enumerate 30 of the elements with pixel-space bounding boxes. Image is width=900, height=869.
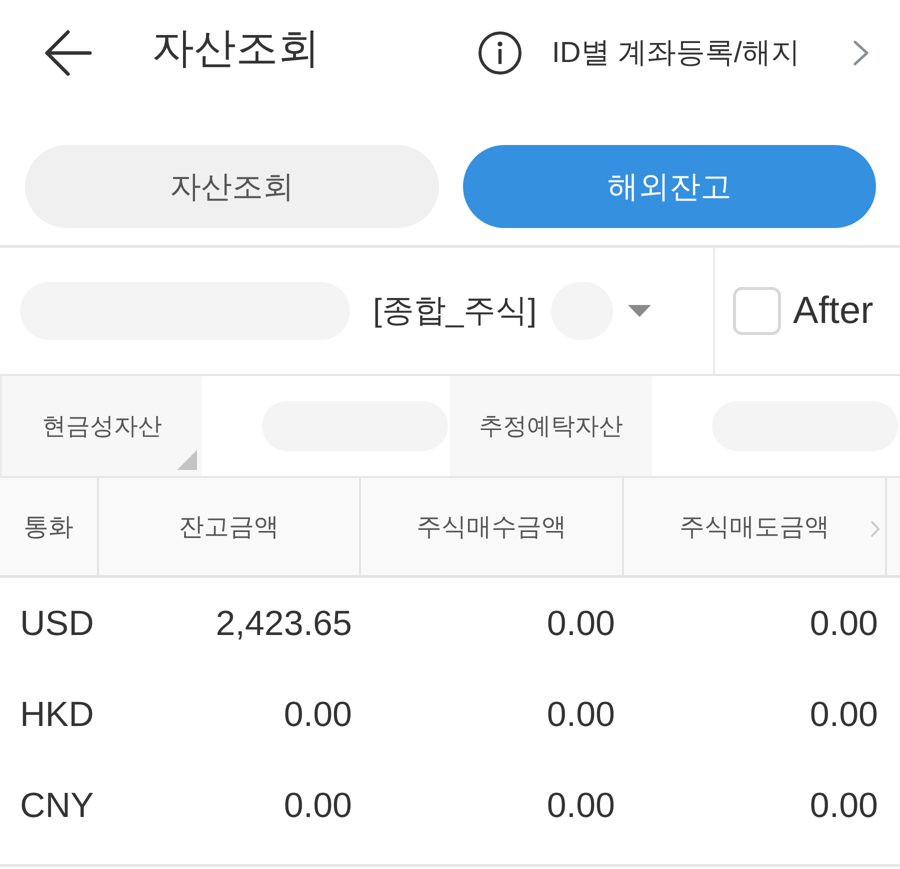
dropdown-caret-icon: [628, 305, 651, 317]
table-cell-text: 0.00: [546, 602, 616, 644]
table-cell-text: 0.00: [282, 784, 353, 826]
table-cell-text: 0.00: [546, 694, 616, 736]
summary-label-text: 현금성자산: [42, 412, 162, 442]
chevron-right-icon[interactable]: [870, 520, 880, 538]
account-registration-link[interactable]: ID별 계좌등록/해지: [478, 31, 870, 75]
summary-label-text: 추정예탁자산: [479, 412, 623, 442]
table-cell-text: USD: [19, 602, 95, 644]
table-cell-text: 0.00: [546, 784, 616, 826]
table-cell-text: 0.00: [808, 602, 879, 644]
table-cell-text: 0.00: [808, 784, 879, 826]
table-cell-text: 2,423.65: [214, 602, 353, 644]
tab[interactable]: 자산조회: [25, 145, 438, 228]
page-title: 자산조회: [152, 23, 320, 73]
table-cell-text: CNY: [19, 784, 95, 826]
checkbox[interactable]: [733, 287, 781, 335]
column-header-text: 주식매도금액: [680, 512, 830, 543]
column-header-text: 잔고금액: [179, 512, 279, 543]
checkbox-label[interactable]: After: [793, 290, 874, 332]
table-cell-text: 0.00: [282, 694, 353, 736]
column-header-text: 주식매수금액: [416, 512, 566, 543]
column-header-text: 통화: [24, 512, 74, 543]
corner-triangle-icon[interactable]: [177, 450, 197, 470]
info-icon: [478, 31, 522, 75]
back-arrow-icon[interactable]: [44, 30, 92, 76]
chevron-right-icon: [852, 39, 870, 67]
table-cell-text: HKD: [19, 694, 95, 736]
table-cell-text: 0.00: [808, 694, 879, 736]
account-select[interactable]: [종합_주식]: [0, 248, 715, 374]
